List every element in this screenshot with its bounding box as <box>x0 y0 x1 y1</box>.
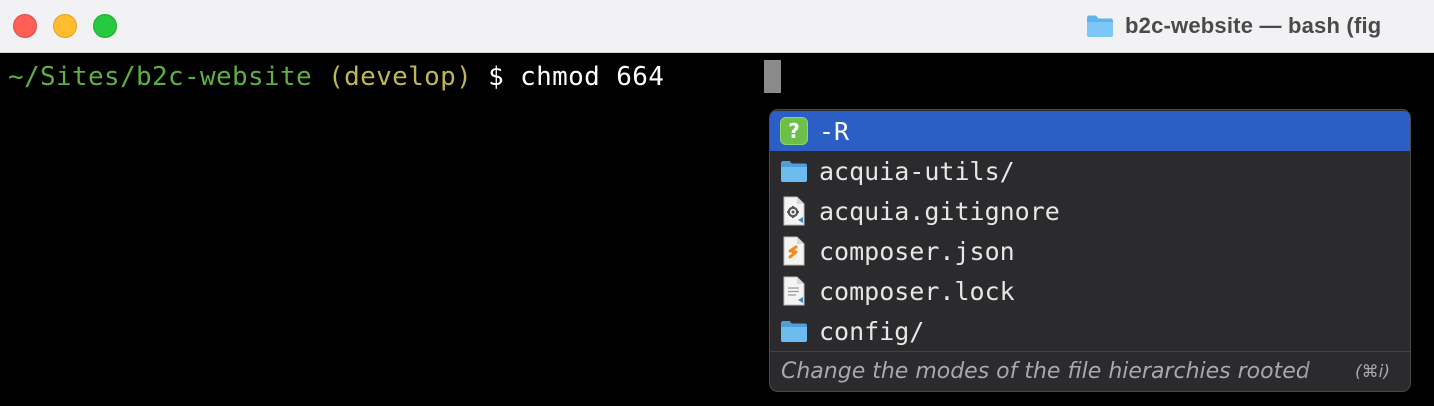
command-input-text: chmod 664 <box>520 62 665 92</box>
zoom-window-button[interactable] <box>93 14 117 38</box>
description-shortcut-hint[interactable]: (⌘i) <box>1355 362 1390 382</box>
suggestion-item[interactable]: composer.lock <box>770 271 1410 311</box>
suggestion-label: config/ <box>819 316 925 346</box>
question-option-icon: ? <box>779 116 809 146</box>
prompt-path: ~/Sites/b2c-website <box>8 62 313 92</box>
suggestion-label: composer.json <box>819 236 1015 266</box>
suggestion-label: composer.lock <box>819 276 1015 306</box>
window-title: b2c-website — bash (fig <box>1085 10 1381 42</box>
text-cursor <box>764 60 781 93</box>
suggestion-list: ? -R acquia-utils/ acquia.gitignore comp… <box>770 111 1410 351</box>
text-file-icon <box>779 276 809 306</box>
suggestion-item[interactable]: acquia.gitignore <box>770 191 1410 231</box>
prompt-git-branch: (develop) <box>328 62 473 92</box>
window-title-text: b2c-website — bash (fig <box>1125 13 1382 38</box>
folder-icon <box>1087 15 1113 37</box>
suggestion-description: Change the modes of the file hierarchies… <box>781 359 1310 384</box>
terminal-window: b2c-website — bash (fig ~/Sites/b2c-webs… <box>0 0 1434 406</box>
title-bar: b2c-website — bash (fig <box>0 0 1434 53</box>
suggestion-label: acquia-utils/ <box>819 156 1015 186</box>
close-window-button[interactable] <box>13 14 37 38</box>
suggestion-item[interactable]: acquia-utils/ <box>770 151 1410 191</box>
suggestion-item[interactable]: composer.json <box>770 231 1410 271</box>
suggestion-item[interactable]: config/ <box>770 311 1410 351</box>
json-file-icon <box>779 236 809 266</box>
folder-icon <box>779 316 809 346</box>
autocomplete-popup: ? -R acquia-utils/ acquia.gitignore comp… <box>769 109 1411 392</box>
prompt-symbol: $ <box>488 62 505 92</box>
suggestion-label: -R <box>819 116 850 146</box>
minimize-window-button[interactable] <box>53 14 77 38</box>
suggestion-description-bar: Change the modes of the file hierarchies… <box>770 351 1410 391</box>
gear-file-icon <box>779 196 809 226</box>
prompt-line: ~/Sites/b2c-website (develop) $ chmod 66… <box>8 59 664 95</box>
folder-icon <box>779 156 809 186</box>
suggestion-label: acquia.gitignore <box>819 196 1060 226</box>
suggestion-item[interactable]: ? -R <box>770 111 1410 151</box>
